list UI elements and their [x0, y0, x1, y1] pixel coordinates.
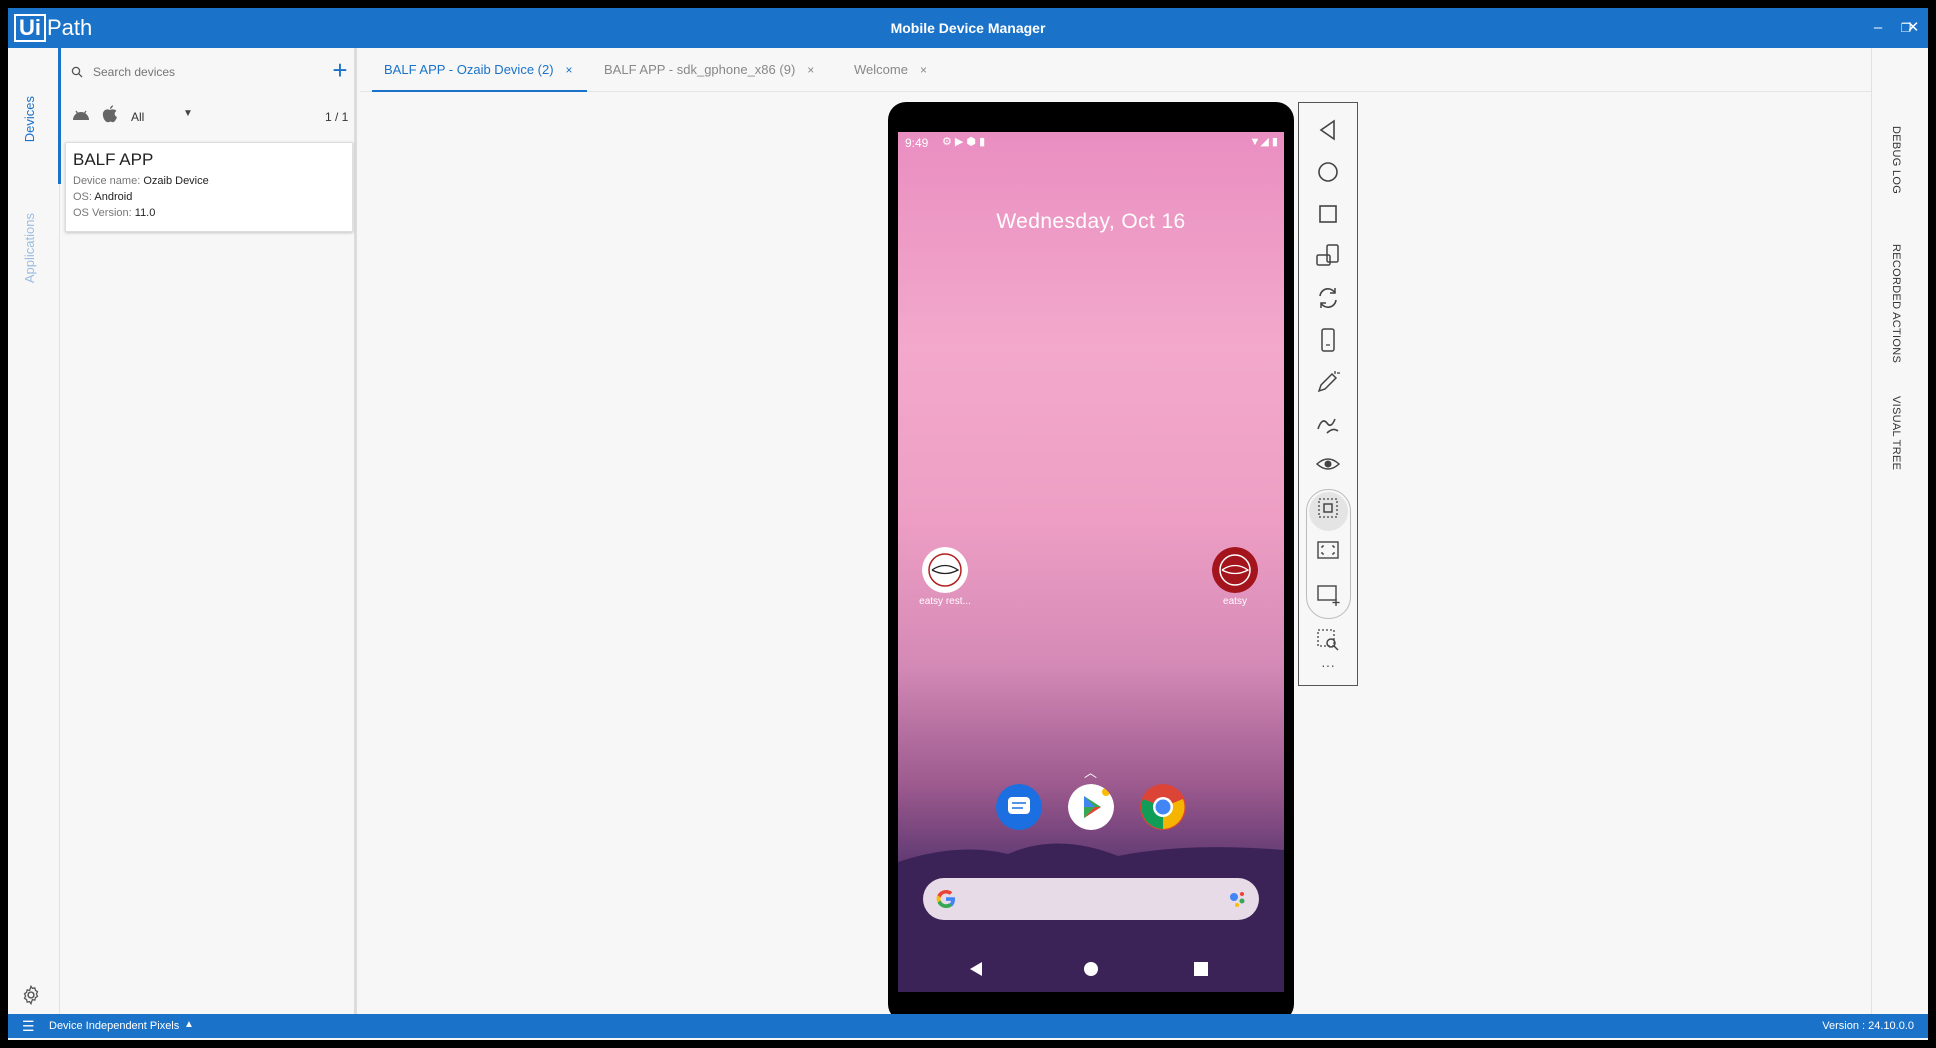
- tab-balf-ozaib[interactable]: BALF APP - Ozaib Device (2) ×: [372, 62, 587, 92]
- draw-gesture-icon[interactable]: [1313, 409, 1343, 439]
- select-element-icon[interactable]: [1313, 493, 1343, 523]
- rail-tab-devices[interactable]: Devices: [22, 96, 37, 142]
- recents-square-icon[interactable]: [1313, 199, 1343, 229]
- device-screen-frame: 9:49 ⚙ ▶ ⬢ ▮ ▼◢ ▮ Wednesday, Oct 16 eats…: [888, 102, 1294, 1022]
- device-screen[interactable]: 9:49 ⚙ ▶ ⬢ ▮ ▼◢ ▮ Wednesday, Oct 16 eats…: [898, 132, 1284, 992]
- devices-panel: + All ▼ 1 / 1 BALF APP Device name: Ozai…: [61, 48, 357, 1014]
- tab-label: BALF APP - sdk_gphone_x86 (9): [604, 62, 796, 77]
- app-label-eatsy-rest: eatsy rest...: [919, 596, 971, 607]
- device-filters: All ▼ 1 / 1: [71, 104, 357, 126]
- minimize-button[interactable]: –: [1868, 18, 1888, 38]
- tab-welcome[interactable]: Welcome ×: [854, 62, 927, 92]
- add-screen-icon[interactable]: [1313, 579, 1343, 609]
- home-circle-icon[interactable]: [1313, 157, 1343, 187]
- status-bar: ☰ Device Independent Pixels ▲ Version : …: [8, 1014, 1928, 1038]
- edit-pencil-icon[interactable]: [1313, 367, 1343, 397]
- device-toolbar: ···: [1298, 102, 1358, 686]
- device-os-label: OS:: [73, 191, 92, 203]
- settings-gear-icon[interactable]: [20, 984, 42, 1006]
- search-input[interactable]: [93, 65, 273, 79]
- device-name-label: Device name:: [73, 175, 141, 187]
- inspect-search-icon[interactable]: [1313, 625, 1343, 655]
- swipe-up-chevron-icon: ︿: [1084, 765, 1098, 780]
- chrome-app-icon[interactable]: [1140, 784, 1186, 830]
- app-label-eatsy: eatsy: [1223, 596, 1247, 607]
- apple-filter-icon[interactable]: [101, 104, 119, 124]
- tab-balf-sdk-gphone[interactable]: BALF APP - sdk_gphone_x86 (9) ×: [604, 62, 814, 92]
- rotate-refresh-icon[interactable]: [1313, 283, 1343, 313]
- google-search-bar[interactable]: [923, 878, 1259, 920]
- add-device-button[interactable]: +: [329, 57, 351, 83]
- device-os-version-value: 11.0: [134, 207, 156, 219]
- device-name-value: Ozaib Device: [143, 175, 209, 187]
- android-filter-icon[interactable]: [71, 106, 91, 124]
- units-label[interactable]: Device Independent Pixels: [49, 1020, 179, 1032]
- device-os-version-label: OS Version:: [73, 207, 132, 219]
- units-caret-icon[interactable]: ▲: [184, 1019, 194, 1030]
- device-os-row: OS: Android: [73, 189, 345, 205]
- search-bar: [71, 62, 291, 82]
- menu-lines-icon[interactable]: ☰: [22, 1018, 35, 1035]
- rail-tab-debug-log[interactable]: DEBUG LOG: [1890, 126, 1902, 194]
- nav-back-icon[interactable]: [970, 962, 982, 976]
- device-os-value: Android: [94, 191, 133, 203]
- title-bar: Ui Path Mobile Device Manager – ❐: [8, 8, 1928, 48]
- select-region-icon[interactable]: [1313, 535, 1343, 565]
- device-os-version-row: OS Version: 11.0: [73, 205, 345, 221]
- google-assistant-icon[interactable]: [1227, 888, 1249, 910]
- version-label: Version : 24.10.0.0: [1822, 1020, 1914, 1032]
- tab-label: BALF APP - Ozaib Device (2): [384, 62, 554, 77]
- tab-close-icon[interactable]: ×: [566, 63, 573, 77]
- tab-label: Welcome: [854, 62, 908, 77]
- more-tools-icon[interactable]: ···: [1299, 657, 1357, 673]
- status-bar-time: 9:49: [905, 136, 929, 150]
- home-date: Wednesday, Oct 16: [996, 210, 1186, 233]
- screen-orientation-icon[interactable]: [1313, 241, 1343, 271]
- android-nav-bar: [970, 962, 1208, 976]
- right-rail: DEBUG LOG RECORDED ACTIONS VISUAL TREE: [1871, 48, 1924, 1014]
- status-bar-signal-icons: ▼◢ ▮: [1249, 136, 1278, 148]
- google-g-icon: [936, 890, 955, 908]
- search-icon: [71, 66, 83, 78]
- status-bar-notification-icons: ⚙ ▶ ⬢ ▮: [942, 136, 986, 148]
- app-window: Ui Path Mobile Device Manager – ❐ ✕ Devi…: [8, 8, 1928, 1040]
- eatsy-restaurant-app-icon[interactable]: [922, 547, 968, 593]
- tab-bar: BALF APP - Ozaib Device (2) × BALF APP - …: [360, 48, 1877, 92]
- messages-app-icon[interactable]: [996, 784, 1042, 830]
- nav-home-icon[interactable]: [1084, 962, 1098, 976]
- play-store-app-icon[interactable]: [1068, 784, 1114, 830]
- rail-tab-recorded-actions[interactable]: RECORDED ACTIONS: [1890, 244, 1902, 363]
- nav-recents-icon[interactable]: [1194, 962, 1208, 976]
- eye-view-icon[interactable]: [1313, 449, 1343, 479]
- rail-tab-visual-tree[interactable]: VISUAL TREE: [1890, 396, 1902, 470]
- device-card-title: BALF APP: [73, 150, 154, 169]
- back-triangle-icon[interactable]: [1313, 115, 1343, 145]
- filter-all-label: All: [131, 110, 145, 124]
- left-rail: Devices Applications: [8, 48, 61, 1014]
- tab-close-icon[interactable]: ×: [920, 63, 927, 77]
- rail-tab-applications[interactable]: Applications: [22, 213, 37, 283]
- device-count: 1 / 1: [325, 110, 349, 124]
- device-card[interactable]: BALF APP Device name: Ozaib Device OS: A…: [65, 142, 353, 232]
- eatsy-app-icon[interactable]: [1212, 547, 1258, 593]
- device-name-row: Device name: Ozaib Device: [73, 173, 345, 189]
- close-button[interactable]: ✕: [1903, 18, 1923, 38]
- filter-dropdown-icon[interactable]: ▼: [183, 108, 193, 119]
- tab-close-icon[interactable]: ×: [807, 63, 814, 77]
- window-title: Mobile Device Manager: [890, 20, 1046, 36]
- device-phone-icon[interactable]: [1313, 325, 1343, 355]
